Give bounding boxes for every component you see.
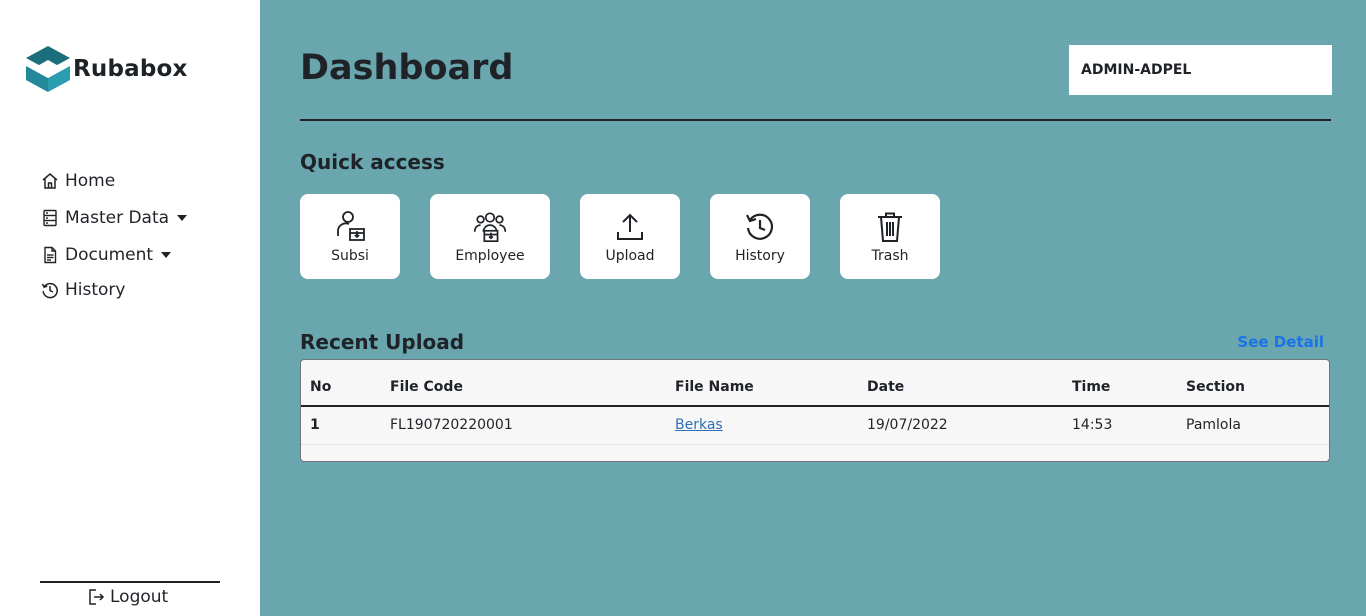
quick-access-label: Trash bbox=[871, 247, 909, 264]
quick-access-upload[interactable]: Upload bbox=[580, 194, 680, 279]
quick-access-label: History bbox=[735, 247, 785, 264]
quick-access-label: Subsi bbox=[331, 247, 369, 264]
sidebar-item-history[interactable]: History bbox=[40, 273, 187, 306]
sidebar-item-master-data[interactable]: Master Data bbox=[40, 199, 188, 236]
upload-icon bbox=[613, 210, 647, 244]
cell-file-name: Berkas bbox=[666, 406, 858, 444]
column-header: File Name bbox=[675, 378, 754, 395]
logout-button[interactable]: Logout bbox=[86, 587, 168, 607]
logout-divider bbox=[40, 581, 220, 583]
chevron-down-icon bbox=[161, 251, 172, 258]
chevron-down-icon bbox=[177, 214, 188, 221]
table-header-row: No File Code File Name Date Time Section bbox=[301, 360, 1329, 406]
sidebar-item-label: Document bbox=[65, 244, 154, 265]
logout-icon bbox=[86, 587, 106, 607]
column-header: No bbox=[310, 378, 332, 395]
home-icon bbox=[40, 171, 60, 191]
cell-no: 1 bbox=[310, 417, 320, 434]
column-header: Date bbox=[867, 378, 905, 395]
sidebar-item-document[interactable]: Document bbox=[40, 236, 187, 273]
logo-mark-icon bbox=[26, 46, 70, 92]
cell-section: Pamlola bbox=[1186, 417, 1241, 434]
users-box-icon bbox=[473, 210, 507, 244]
column-header: Section bbox=[1186, 378, 1245, 395]
cell-file-code: FL190720220001 bbox=[390, 417, 513, 434]
app-name: Rubabox bbox=[73, 56, 188, 82]
logout-label: Logout bbox=[110, 587, 169, 607]
sidebar-item-label: Master Data bbox=[65, 207, 170, 228]
sidebar: Rubabox Home Master Data Document Histor… bbox=[0, 0, 260, 616]
column-header: Time bbox=[1072, 378, 1111, 395]
sidebar-item-label: History bbox=[65, 279, 126, 300]
app-logo[interactable]: Rubabox bbox=[24, 44, 188, 94]
quick-access-history[interactable]: History bbox=[710, 194, 810, 279]
cell-date: 19/07/2022 bbox=[867, 417, 948, 434]
sidebar-item-home[interactable]: Home bbox=[40, 162, 187, 199]
see-detail-link[interactable]: See Detail bbox=[1237, 333, 1324, 351]
quick-access-title: Quick access bbox=[300, 150, 445, 174]
user-badge[interactable]: ADMIN-ADPEL bbox=[1069, 45, 1332, 95]
database-icon bbox=[40, 208, 60, 228]
quick-access-label: Upload bbox=[605, 247, 655, 264]
quick-access-label: Employee bbox=[455, 247, 525, 264]
table-row: 1 FL190720220001 Berkas 19/07/2022 14:53… bbox=[301, 406, 1329, 444]
trash-icon bbox=[873, 210, 907, 244]
file-name-link[interactable]: Berkas bbox=[675, 417, 723, 433]
column-header: File Code bbox=[390, 378, 463, 395]
header-divider bbox=[300, 119, 1331, 121]
recent-upload-title: Recent Upload bbox=[300, 330, 465, 354]
cell-time: 14:53 bbox=[1072, 417, 1113, 434]
history-icon bbox=[40, 280, 60, 300]
recent-upload-table: No File Code File Name Date Time Section… bbox=[300, 359, 1330, 462]
sidebar-item-label: Home bbox=[65, 170, 116, 191]
quick-access-trash[interactable]: Trash bbox=[840, 194, 940, 279]
sidebar-nav: Home Master Data Document History bbox=[40, 162, 188, 306]
history-icon bbox=[743, 210, 777, 244]
quick-access-employee[interactable]: Employee bbox=[430, 194, 550, 279]
document-icon bbox=[40, 245, 60, 265]
page-title: Dashboard bbox=[300, 48, 514, 88]
user-box-icon bbox=[333, 210, 367, 244]
quick-access-subsi[interactable]: Subsi bbox=[300, 194, 400, 279]
